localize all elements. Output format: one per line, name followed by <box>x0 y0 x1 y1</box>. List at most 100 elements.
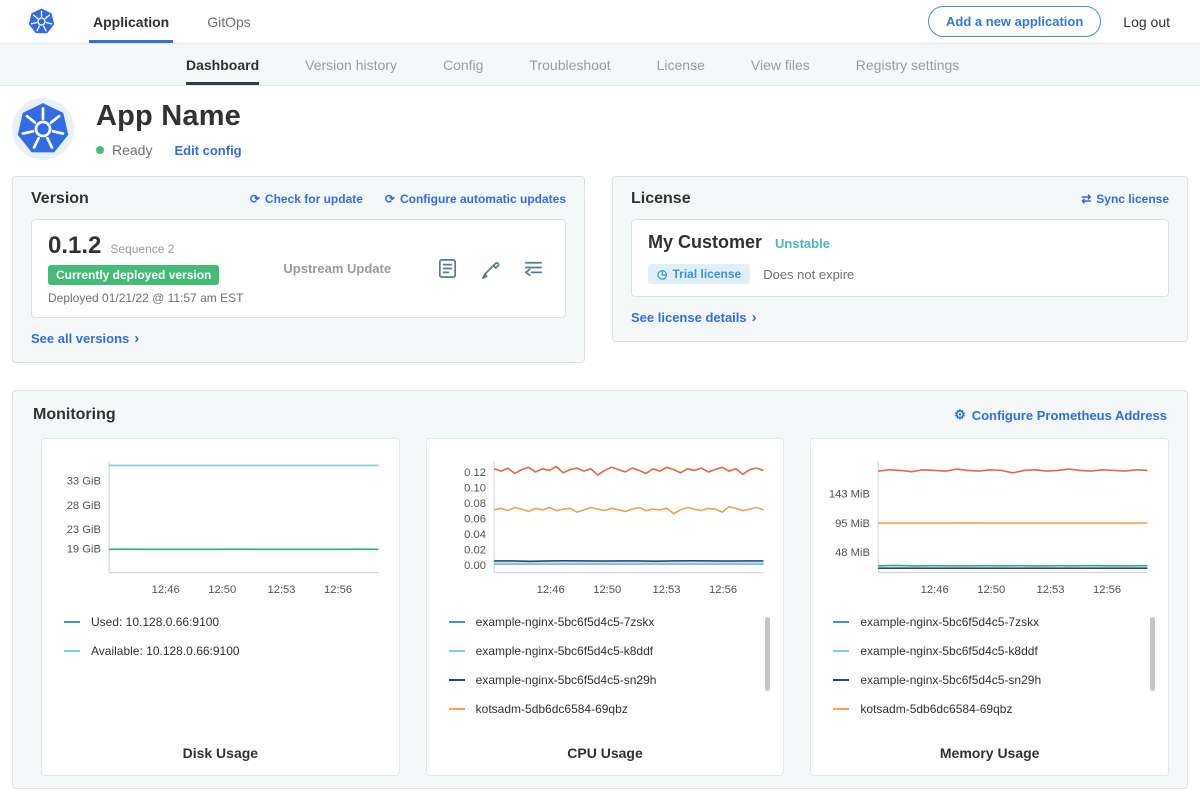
upstream-update-label: Upstream Update <box>283 261 391 276</box>
app-header: App Name Ready Edit config <box>0 86 1200 170</box>
configure-prometheus-link[interactable]: ⚙ Configure Prometheus Address <box>954 407 1167 423</box>
svg-text:12:53: 12:53 <box>267 584 295 596</box>
cards-row: Version ⟳ Check for update ⟳ Configure a… <box>0 170 1200 363</box>
svg-text:48 MiB: 48 MiB <box>835 547 870 559</box>
ready-status-dot <box>96 146 104 154</box>
app-header-text: App Name Ready Edit config <box>96 98 242 158</box>
legend-item: Used: 10.128.0.66:9100 <box>64 615 375 629</box>
svg-text:12:50: 12:50 <box>978 584 1006 596</box>
legend-item: Available: 10.128.0.66:9100 <box>64 644 375 658</box>
legend-label: example-nginx-5bc6f5d4c5-sn29h <box>860 673 1041 687</box>
legend-scrollbar[interactable] <box>765 617 770 691</box>
chevron-right-icon: › <box>752 309 757 326</box>
legend-label: kotsadm-5db6dc6584-69qbz <box>860 702 1012 716</box>
subnav-tab-version-history[interactable]: Version history <box>305 44 397 85</box>
cpu-usage-chart: 0.120.100.080.060.040.020.0012:4612:5012… <box>437 453 774 605</box>
cpu-usage-title: CPU Usage <box>437 737 774 767</box>
legend-label: example-nginx-5bc6f5d4c5-7zskx <box>476 615 655 629</box>
svg-text:12:53: 12:53 <box>652 584 680 596</box>
configure-updates-label: Configure automatic updates <box>400 192 566 206</box>
see-all-versions-label: See all versions <box>31 331 129 346</box>
svg-text:12:56: 12:56 <box>324 584 352 596</box>
subnav-tab-dashboard[interactable]: Dashboard <box>186 44 259 85</box>
topnav-left: Application GitOps <box>28 0 251 43</box>
check-for-update-label: Check for update <box>265 192 363 206</box>
edit-config-link[interactable]: Edit config <box>174 143 241 158</box>
charts-row: 33 GiB28 GiB23 GiB19 GiB12:4612:5012:531… <box>33 438 1177 776</box>
kubernetes-logo-icon <box>28 8 55 35</box>
topnav-tab-gitops[interactable]: GitOps <box>207 0 251 43</box>
sync-license-link[interactable]: ⇄ Sync license <box>1081 192 1169 206</box>
svg-text:12:50: 12:50 <box>593 584 621 596</box>
legend-label: kotsadm-5db6dc6584-69qbz <box>476 702 628 716</box>
kubernetes-app-icon <box>16 102 70 156</box>
legend-color-dash <box>449 621 465 623</box>
subnav-tab-license[interactable]: License <box>657 44 705 85</box>
legend-label: example-nginx-5bc6f5d4c5-sn29h <box>476 673 657 687</box>
subnav-tab-registry-settings[interactable]: Registry settings <box>856 44 959 85</box>
monitoring-head: Monitoring ⚙ Configure Prometheus Addres… <box>33 406 1177 424</box>
svg-text:0.10: 0.10 <box>464 483 486 495</box>
version-sequence: Sequence 2 <box>110 242 174 256</box>
version-action-icons <box>436 257 549 280</box>
page-title: App Name <box>96 100 242 133</box>
memory-usage-chart: 143 MiB95 MiB48 MiB12:4612:5012:5312:56 <box>821 453 1158 605</box>
svg-text:28 GiB: 28 GiB <box>67 500 101 512</box>
svg-text:12:46: 12:46 <box>152 584 180 596</box>
license-details-box: My Customer Unstable ◷ Trial license Doe… <box>631 219 1169 297</box>
license-customer-row: My Customer Unstable <box>648 232 1152 253</box>
version-card-title: Version <box>31 190 89 208</box>
license-card-title: License <box>631 190 691 208</box>
top-navbar: Application GitOps Add a new application… <box>0 0 1200 44</box>
deploy-logs-icon[interactable] <box>522 257 545 280</box>
sync-license-label: Sync license <box>1096 192 1169 206</box>
subnav-tab-troubleshoot[interactable]: Troubleshoot <box>529 44 610 85</box>
legend-item: example-nginx-5bc6f5d4c5-7zskx <box>833 615 1144 629</box>
chevron-right-icon: › <box>134 330 139 347</box>
svg-text:12:56: 12:56 <box>1093 584 1121 596</box>
configure-updates-link[interactable]: ⟳ Configure automatic updates <box>385 192 566 206</box>
gear-icon: ⚙ <box>954 407 966 423</box>
see-license-details-link[interactable]: See license details › <box>631 309 757 326</box>
legend-color-dash <box>833 708 849 710</box>
legend-item: example-nginx-5bc6f5d4c5-k8ddf <box>833 644 1144 658</box>
svg-text:23 GiB: 23 GiB <box>67 524 101 536</box>
check-for-update-link[interactable]: ⟳ Check for update <box>250 192 363 206</box>
trial-license-badge: ◷ Trial license <box>648 264 750 284</box>
subnav-tab-view-files[interactable]: View files <box>751 44 810 85</box>
legend-color-dash <box>449 679 465 681</box>
version-card-links: ⟳ Check for update ⟳ Configure automatic… <box>250 192 566 206</box>
svg-text:12:50: 12:50 <box>208 584 236 596</box>
edit-config-icon[interactable] <box>479 257 502 280</box>
legend-color-dash <box>833 621 849 623</box>
legend-item: example-nginx-5bc6f5d4c5-7zskx <box>449 615 760 629</box>
topnav-right: Add a new application Log out <box>928 6 1170 37</box>
logout-button[interactable]: Log out <box>1123 14 1170 30</box>
version-card: Version ⟳ Check for update ⟳ Configure a… <box>12 176 585 363</box>
clock-icon: ◷ <box>657 267 667 281</box>
legend-color-dash <box>449 708 465 710</box>
legend-scrollbar[interactable] <box>1150 617 1155 691</box>
license-card-links: ⇄ Sync license <box>1081 192 1169 206</box>
subnav-tab-config[interactable]: Config <box>443 44 483 85</box>
auto-update-icon: ⟳ <box>385 192 395 206</box>
deployed-timestamp: Deployed 01/21/22 @ 11:57 am EST <box>48 291 243 305</box>
svg-text:0.06: 0.06 <box>464 513 486 525</box>
license-card-head: License ⇄ Sync license <box>631 190 1169 208</box>
legend-item: example-nginx-5bc6f5d4c5-sn29h <box>449 673 760 687</box>
svg-text:0.12: 0.12 <box>464 467 486 479</box>
add-application-button[interactable]: Add a new application <box>928 6 1101 37</box>
cpu-usage-card: 0.120.100.080.060.040.020.0012:4612:5012… <box>426 438 785 776</box>
see-all-versions-link[interactable]: See all versions › <box>31 330 139 347</box>
kots-admin-console: Application GitOps Add a new application… <box>0 0 1200 796</box>
svg-text:33 GiB: 33 GiB <box>67 476 101 488</box>
monitoring-panel: Monitoring ⚙ Configure Prometheus Addres… <box>12 390 1188 789</box>
license-expiry: Does not expire <box>763 267 854 282</box>
memory-usage-title: Memory Usage <box>821 737 1158 767</box>
legend-color-dash <box>64 621 80 623</box>
release-notes-icon[interactable] <box>436 257 459 280</box>
topnav-tab-application[interactable]: Application <box>93 0 169 43</box>
disk-usage-card: 33 GiB28 GiB23 GiB19 GiB12:4612:5012:531… <box>41 438 400 776</box>
svg-text:0.04: 0.04 <box>464 529 486 541</box>
legend-item: kotsadm-5db6dc6584-69qbz <box>449 702 760 716</box>
